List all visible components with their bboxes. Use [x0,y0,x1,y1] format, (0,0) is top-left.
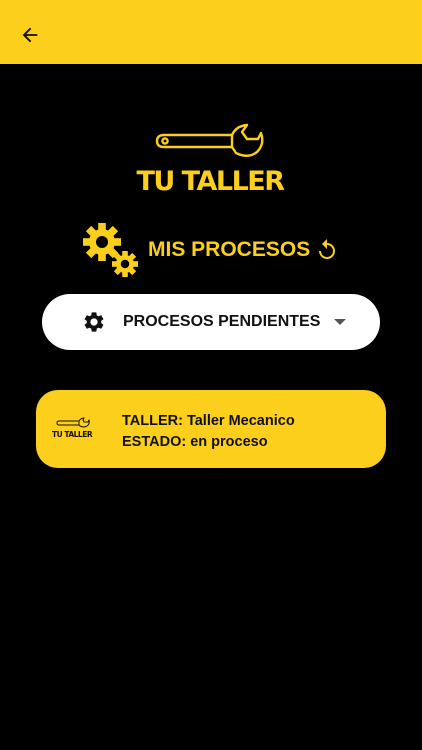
card-logo-text: TU TALLER [52,430,93,439]
gears-icon [83,223,138,277]
caret-down-icon [334,319,346,325]
page-title: MIS PROCESOS [148,238,311,261]
process-filter-dropdown[interactable]: PROCESOS PENDIENTES [42,294,380,350]
app-bar [0,0,422,64]
wrench-icon [155,123,264,157]
card-logo: TU TALLER [52,416,93,442]
wrench-icon [56,417,90,428]
refresh-icon [319,239,335,259]
app-screen: TU TALLER MIS PROCESOS PROCESOS PENDIENT… [0,0,422,750]
app-logo: TU TALLER [134,122,286,202]
card-taller-text: TALLER: Taller Mecanico [122,413,295,429]
logo-text: TU TALLER [136,166,285,197]
filter-selected-value: PROCESOS PENDIENTES [123,313,321,330]
refresh-button[interactable] [314,237,340,263]
card-estado-text: ESTADO: en proceso [122,434,268,450]
title-row: MIS PROCESOS [80,220,350,280]
process-card[interactable]: TU TALLER TALLER: Taller Mecanico ESTADO… [36,390,386,468]
arrow-left-icon [22,27,38,43]
back-button[interactable] [12,17,48,53]
gear-icon [84,312,104,332]
